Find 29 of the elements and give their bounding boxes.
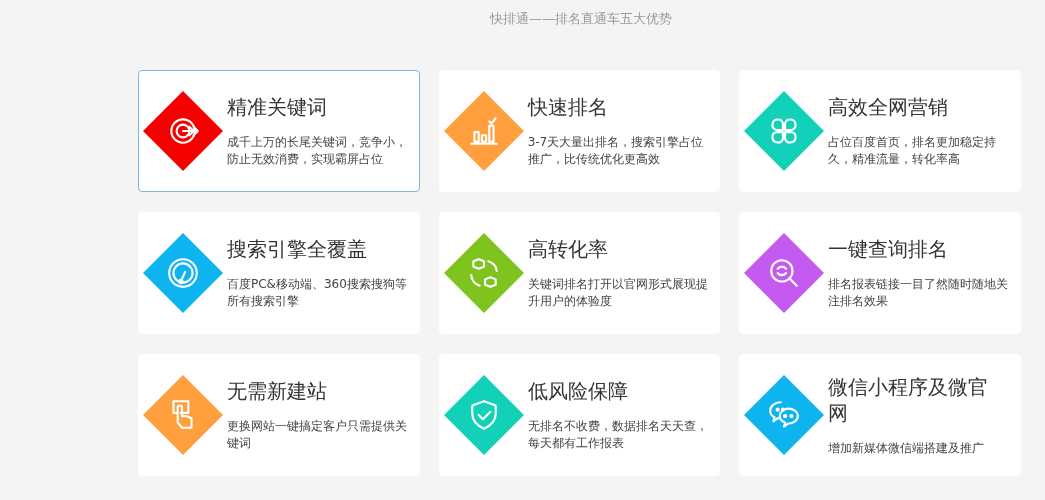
gauge-icon [166, 256, 200, 290]
card-description: 关键词排名打开以官网形式展现提升用户的体验度 [527, 276, 709, 310]
card-title: 搜索引擎全覆盖 [227, 236, 368, 262]
card-title: 高转化率 [527, 236, 609, 262]
card-description: 排名报表链接一目了然随时随地关注排名效果 [828, 276, 1010, 310]
card-title: 微信小程序及微官网 [828, 373, 990, 426]
feature-card[interactable]: 微信小程序及微官网 增加新媒体微信端搭建及推广 [739, 354, 1021, 476]
card-description: 成千上万的长尾关键词，竞争小，防止无效消费，实现霸屏占位 [227, 134, 408, 168]
card-title: 精准关键词 [227, 94, 328, 120]
card-title: 高效全网营销 [828, 94, 950, 120]
feature-card[interactable]: 低风险保障 无排名不收费，数据排名天天查，每天都有工作报表 [438, 354, 721, 476]
card-description: 增加新媒体微信端搭建及推广 [828, 439, 986, 457]
card-description: 3-7天大量出排名，搜索引擎占位推广，比传统优化更高效 [527, 134, 705, 168]
card-title: 无需新建站 [227, 378, 328, 404]
card-title: 低风险保障 [527, 378, 629, 404]
card-description: 占位百度首页，排名更加稳定持久，精准流量，转化率高 [828, 134, 998, 168]
card-title: 一键查询排名 [828, 236, 950, 262]
feature-card[interactable]: 一键查询排名 排名报表链接一目了然随时随地关注排名效果 [739, 212, 1021, 334]
feature-card[interactable]: 搜索引擎全覆盖 百度PC&移动端、360搜索搜狗等所有搜索引擎 [138, 212, 420, 334]
card-title: 快速排名 [527, 94, 609, 120]
feature-card[interactable]: 快速排名 3-7天大量出排名，搜索引擎占位推广，比传统优化更高效 [438, 70, 721, 192]
feature-card[interactable]: 无需新建站 更换网站一键搞定客户只需提供关键词 [138, 354, 420, 476]
feature-card[interactable]: 精准关键词 成千上万的长尾关键词，竞争小，防止无效消费，实现霸屏占位 [138, 70, 420, 192]
feature-card[interactable]: 高转化率 关键词排名打开以官网形式展现提升用户的体验度 [438, 212, 721, 334]
card-description: 更换网站一键搞定客户只需提供关键词 [227, 418, 408, 452]
page-heading: 快排通——排名直通车五大优势 [490, 11, 672, 26]
card-description: 无排名不收费，数据排名天天查，每天都有工作报表 [527, 418, 709, 452]
feature-card[interactable]: 高效全网营销 占位百度首页，排名更加稳定持久，精准流量，转化率高 [739, 70, 1021, 192]
card-description: 百度PC&移动端、360搜索搜狗等所有搜索引擎 [227, 276, 408, 310]
